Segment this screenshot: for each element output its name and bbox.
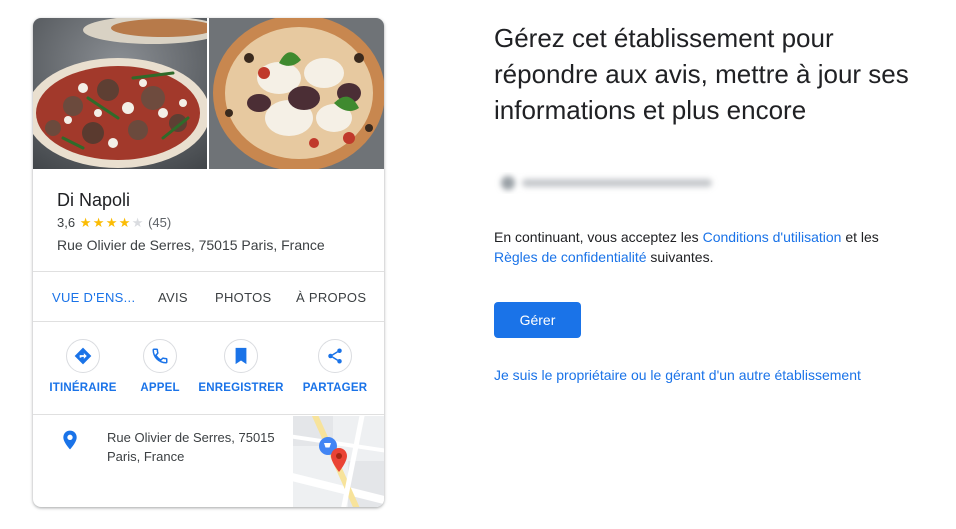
share-icon: [318, 339, 352, 373]
bookmark-icon: [224, 339, 258, 373]
map-address: Rue Olivier de Serres, 75015 Paris, Fran…: [107, 428, 292, 466]
share-button[interactable]: PARTAGER: [290, 339, 380, 394]
action-buttons: ITINÉRAIRE APPEL ENREGISTRER PARTAGER: [33, 323, 384, 415]
star-rating: ★ ★ ★ ★ ★: [79, 216, 144, 229]
star-icon: ★: [105, 215, 118, 230]
tab-about[interactable]: À PROPOS: [296, 290, 366, 305]
business-address: Rue Olivier de Serres, 75015 Paris, Fran…: [57, 237, 325, 253]
star-icon: ★: [92, 215, 105, 230]
phone-icon: [143, 339, 177, 373]
save-button[interactable]: ENREGISTRER: [196, 339, 286, 394]
other-business-link[interactable]: Je suis le propriétaire ou le gérant d'u…: [494, 367, 861, 383]
star-icon: ★: [131, 215, 144, 230]
privacy-link[interactable]: Règles de confidentialité: [494, 249, 647, 265]
map-row: Rue Olivier de Serres, 75015 Paris, Fran…: [33, 416, 384, 507]
blurred-account: [494, 172, 719, 194]
directions-icon: [66, 339, 100, 373]
business-photo-1[interactable]: [33, 18, 207, 169]
tab-reviews[interactable]: AVIS: [158, 290, 188, 305]
business-card: Di Napoli 3,6 ★ ★ ★ ★ ★ (45) Rue Olivier…: [33, 18, 384, 507]
save-label: ENREGISTRER: [198, 382, 284, 394]
call-label: APPEL: [140, 382, 180, 394]
rating-row[interactable]: 3,6 ★ ★ ★ ★ ★ (45): [57, 215, 171, 230]
star-icon: ★: [118, 215, 131, 230]
consent-prefix: En continuant, vous acceptez les: [494, 229, 703, 245]
map-thumbnail[interactable]: [293, 416, 384, 507]
share-label: PARTAGER: [302, 382, 368, 394]
map-address-line-2: Paris, France: [107, 449, 185, 464]
star-icon: ★: [79, 215, 92, 230]
call-button[interactable]: APPEL: [115, 339, 205, 394]
business-info: Di Napoli 3,6 ★ ★ ★ ★ ★ (45) Rue Olivier…: [33, 169, 384, 272]
consent-suffix: suivantes.: [646, 248, 714, 265]
terms-link[interactable]: Conditions d'utilisation: [703, 229, 842, 245]
business-name: Di Napoli: [57, 190, 131, 210]
consent-text: En continuant, vous acceptez les Conditi…: [494, 228, 944, 267]
review-count: (45): [148, 215, 172, 230]
location-pin-icon: [62, 430, 78, 455]
manage-button[interactable]: Gérer: [494, 302, 581, 338]
rating-value: 3,6: [57, 215, 76, 230]
business-tabs: VUE D'ENS... AVIS PHOTOS À PROPOS: [33, 273, 384, 322]
business-photo-2[interactable]: [209, 18, 384, 169]
map-address-line-1: Rue Olivier de Serres, 75015: [107, 430, 275, 445]
photo-strip: [33, 18, 384, 169]
manage-heading: Gérez cet établissement pour répondre au…: [494, 23, 909, 125]
tab-photos[interactable]: PHOTOS: [215, 290, 271, 305]
tab-overview[interactable]: VUE D'ENS...: [52, 290, 135, 305]
consent-middle: et les: [841, 229, 879, 245]
